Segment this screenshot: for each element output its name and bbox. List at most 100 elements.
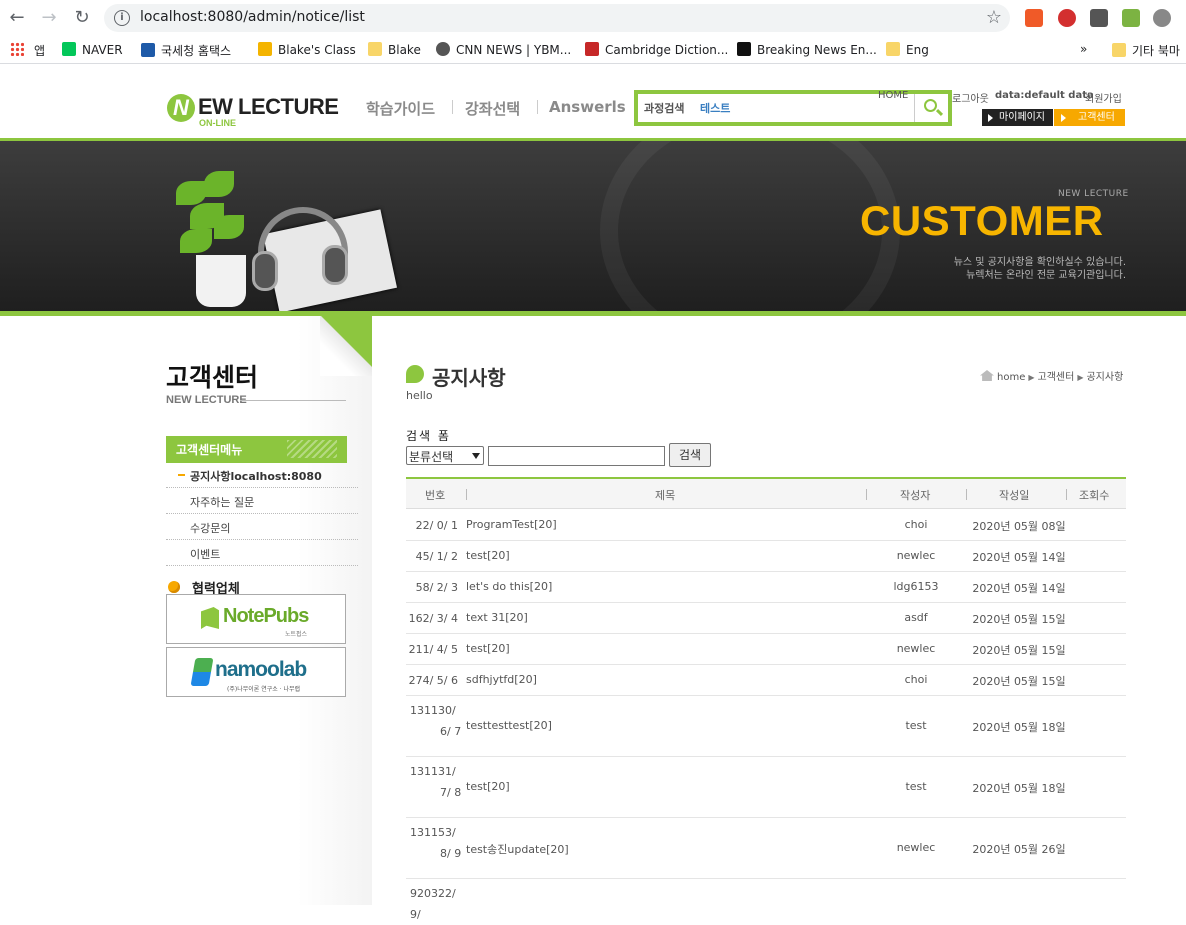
top-link-home[interactable]: HOME bbox=[878, 90, 908, 101]
table-row[interactable]: 45/ 1/ 2 test[20] newlec 2020년 05월 14일 bbox=[406, 541, 1126, 572]
mypage-button[interactable]: 마이페이지 bbox=[982, 109, 1053, 126]
logo-subtitle: ON-LINE bbox=[199, 118, 236, 128]
table-row[interactable]: 211/ 4/ 5 test[20] newlec 2020년 05월 15일 bbox=[406, 634, 1126, 665]
apps-icon[interactable] bbox=[10, 42, 24, 56]
table-row[interactable]: 22/ 0/ 1 ProgramTest[20] choi 2020년 05월 … bbox=[406, 510, 1126, 541]
table-row[interactable]: 131131/ 7/ 8 test[20] test 2020년 05월 18일 bbox=[406, 757, 1126, 818]
bookmark-cnn[interactable]: CNN NEWS | YBM... bbox=[436, 42, 571, 57]
bookmarks-bar: 앱 NAVER 국세청 홈택스 Blake's Class Blake CNN … bbox=[0, 36, 1186, 64]
breadcrumb: home ▶ 고객센터 ▶ 공지사항 bbox=[980, 368, 1123, 383]
nav-divider bbox=[452, 100, 453, 114]
bookmark-blakes-class[interactable]: Blake's Class bbox=[258, 42, 356, 57]
top-link-logout[interactable]: 로그아웃 bbox=[952, 90, 989, 105]
col-title: 제목 bbox=[655, 489, 676, 502]
page-curl-decoration bbox=[320, 316, 372, 376]
extension-icon[interactable] bbox=[1090, 9, 1108, 27]
col-number: 번호 bbox=[425, 489, 446, 502]
table-row[interactable]: 920322/ 9/ bbox=[406, 879, 1126, 921]
breadcrumb-customer[interactable]: 고객센터 bbox=[1038, 372, 1075, 383]
cambridge-icon bbox=[585, 42, 599, 56]
bookmarks-overflow[interactable]: » bbox=[1080, 42, 1087, 56]
bookmark-apps[interactable]: 앱 bbox=[34, 42, 45, 59]
page-title: 공지사항 bbox=[406, 362, 506, 391]
bookmark-hometax[interactable]: 국세청 홈택스 bbox=[141, 42, 231, 59]
side-menu-inquiry[interactable]: 수강문의 bbox=[166, 514, 358, 540]
chevron-right-icon: ▶ bbox=[1028, 373, 1035, 382]
search-input[interactable] bbox=[488, 446, 665, 466]
banner-description: 뉴렉처는 온라인 전문 교육기관입니다. bbox=[966, 270, 1126, 281]
col-date: 작성일 bbox=[999, 489, 1030, 502]
partner-notepubs[interactable]: NotePubs 노트펍스 bbox=[166, 594, 346, 644]
table-row[interactable]: 162/ 3/ 4 text 31[20] asdf 2020년 05월 15일 bbox=[406, 603, 1126, 634]
table-row[interactable]: 274/ 5/ 6 sdfhjytfd[20] choi 2020년 05월 1… bbox=[406, 665, 1126, 696]
back-icon[interactable]: ← bbox=[6, 7, 28, 29]
namoolab-logo-icon bbox=[190, 658, 214, 686]
table-row[interactable]: 131153/ 8/ 9 test송진update[20] newlec 202… bbox=[406, 818, 1126, 879]
table-row[interactable]: 131130/ 6/ 7 testtesttest[20] test 2020년… bbox=[406, 696, 1126, 757]
col-writer: 작성자 bbox=[900, 489, 931, 502]
bookmark-blake[interactable]: Blake bbox=[368, 42, 421, 57]
globe-icon bbox=[436, 42, 450, 56]
folder-icon bbox=[886, 42, 900, 56]
top-link-join[interactable]: 회원가입 bbox=[1085, 90, 1122, 105]
site-info-icon[interactable]: i bbox=[114, 10, 130, 26]
extension-icon[interactable] bbox=[1153, 9, 1171, 27]
course-search-label: 과정검색 bbox=[644, 102, 685, 115]
side-menu-notice[interactable]: 공지사항localhost:8080 bbox=[166, 462, 358, 488]
home-icon bbox=[980, 370, 994, 381]
plant-pot bbox=[196, 255, 246, 307]
bookmark-cambridge[interactable]: Cambridge Diction... bbox=[585, 42, 728, 57]
breadcrumb-home[interactable]: home bbox=[997, 372, 1025, 383]
address-bar[interactable]: i localhost:8080/admin/notice/list ☆ bbox=[104, 4, 1010, 32]
chevron-right-icon: ▶ bbox=[1077, 373, 1084, 382]
bookmark-eng[interactable]: Eng bbox=[886, 42, 929, 57]
chevron-down-icon bbox=[472, 453, 480, 459]
category-select[interactable]: 분류선택 bbox=[406, 446, 484, 465]
logo-icon[interactable]: N bbox=[167, 94, 195, 122]
url-text[interactable]: localhost:8080/admin/notice/list bbox=[140, 9, 365, 25]
col-views: 조회수 bbox=[1079, 489, 1110, 502]
forward-icon[interactable]: → bbox=[38, 7, 60, 29]
nav-course[interactable]: 강좌선택 bbox=[465, 98, 520, 119]
nav-answers[interactable]: Answerls bbox=[549, 98, 626, 116]
b-icon bbox=[737, 42, 751, 56]
bookmark-naver[interactable]: NAVER bbox=[62, 42, 123, 57]
side-menu-header: 고객센터메뉴 bbox=[166, 436, 347, 463]
classroom-icon bbox=[258, 42, 272, 56]
folder-icon bbox=[1112, 43, 1126, 57]
side-menu-faq[interactable]: 자주하는 질문 bbox=[166, 488, 358, 514]
nav-guide[interactable]: 학습가이드 bbox=[366, 98, 435, 119]
banner-title: CUSTOMER bbox=[860, 197, 1104, 244]
search-button[interactable]: 검색 bbox=[669, 443, 711, 467]
bookmark-star-icon[interactable]: ☆ bbox=[986, 7, 1002, 28]
extension-icon[interactable] bbox=[1122, 9, 1140, 27]
search-form-label: 검색 폼 bbox=[406, 429, 451, 443]
top-link-data: data:default data bbox=[995, 90, 1094, 101]
customer-banner: NEW LECTURE CUSTOMER 뉴스 및 공지사항을 확인하실수 있습… bbox=[0, 141, 1186, 311]
browser-toolbar: ← → ↻ i localhost:8080/admin/notice/list… bbox=[0, 0, 1186, 36]
hometax-icon bbox=[141, 43, 155, 57]
table-header: 번호 제목 작성자 작성일 조회수 bbox=[406, 479, 1126, 509]
course-search-button[interactable] bbox=[914, 94, 948, 122]
side-menu-event[interactable]: 이벤트 bbox=[166, 540, 358, 566]
page-subtitle: hello bbox=[406, 389, 433, 402]
partner-namoolab[interactable]: namoolab (주)나무이론 연구소 · 나무랩 bbox=[166, 647, 346, 697]
plant-leaf bbox=[176, 181, 206, 205]
extension-icon[interactable] bbox=[1058, 9, 1076, 27]
other-bookmarks[interactable]: 기타 북마 bbox=[1112, 42, 1180, 59]
notepubs-logo-icon bbox=[201, 607, 219, 629]
site-header: N EW LECTURE ON-LINE 학습가이드 강좌선택 Answerls… bbox=[0, 64, 1186, 140]
folder-icon bbox=[368, 42, 382, 56]
bookmark-breaking-news[interactable]: Breaking News En... bbox=[737, 42, 877, 57]
customer-center-button[interactable]: 고객센터 bbox=[1054, 109, 1125, 126]
side-title: 고객센터 bbox=[166, 363, 259, 392]
table-row[interactable]: 58/ 2/ 3 let's do this[20] ldg6153 2020년… bbox=[406, 572, 1126, 603]
nav-divider bbox=[537, 100, 538, 114]
reload-icon[interactable]: ↻ bbox=[71, 7, 93, 29]
course-search-input[interactable]: 테스트 bbox=[700, 100, 730, 116]
side-subtitle: NEW LECTURE bbox=[166, 394, 247, 406]
extension-icon[interactable] bbox=[1025, 9, 1043, 27]
logo-text[interactable]: EW LECTURE bbox=[198, 94, 339, 120]
breadcrumb-notice[interactable]: 공지사항 bbox=[1086, 372, 1123, 383]
naver-icon bbox=[62, 42, 76, 56]
